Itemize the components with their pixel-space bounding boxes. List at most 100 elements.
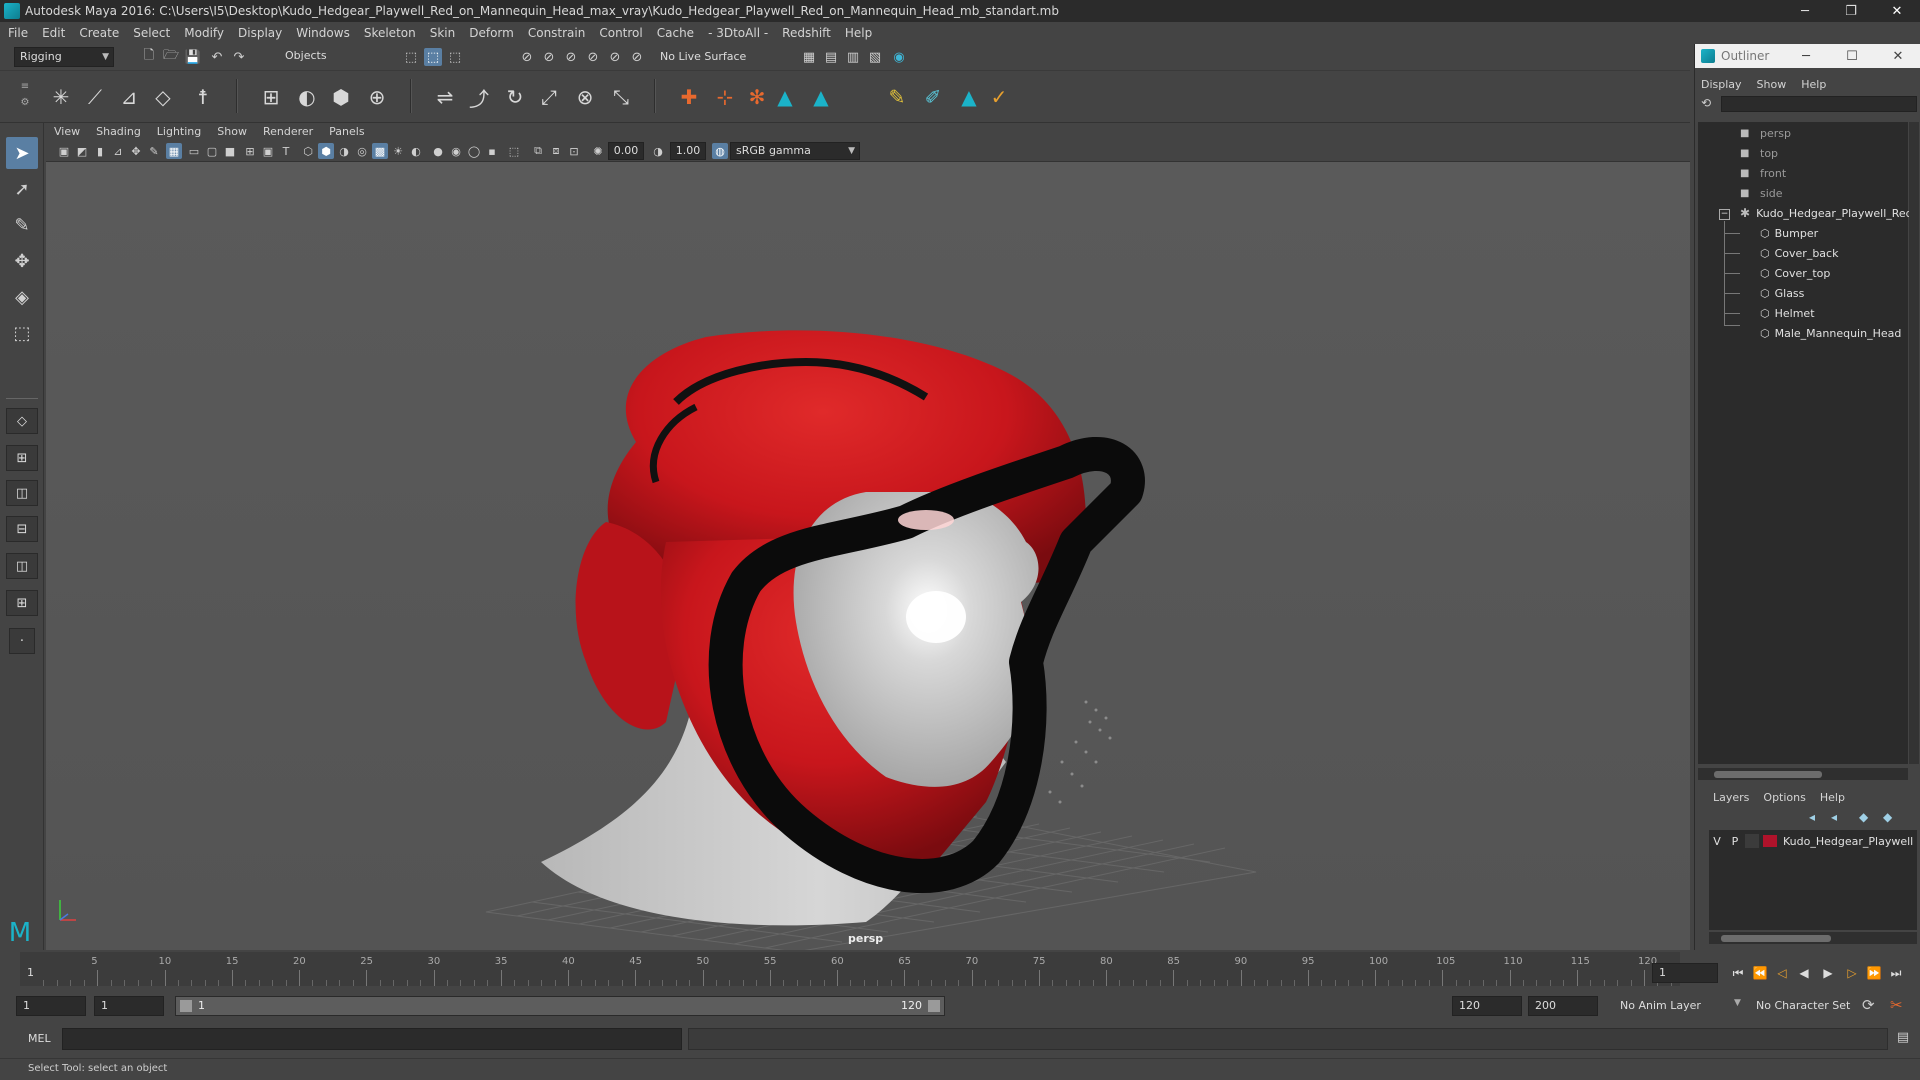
select-component-icon[interactable]: ⬚ bbox=[446, 48, 464, 66]
menu-create[interactable]: Create bbox=[79, 26, 119, 40]
select-object-icon[interactable]: ⬚ bbox=[424, 48, 442, 66]
menu-skeleton[interactable]: Skeleton bbox=[364, 26, 416, 40]
exposure-field[interactable]: 0.00 bbox=[608, 142, 644, 160]
custom-layout-icon[interactable]: · bbox=[9, 628, 35, 654]
snap-grid-icon[interactable]: ⊘ bbox=[518, 48, 536, 66]
depth-of-field-icon[interactable]: ▪ bbox=[484, 143, 500, 159]
color-management-icon[interactable]: ◍ bbox=[712, 143, 728, 159]
outliner-item-cover-top[interactable]: ⬡ Cover_top bbox=[1760, 264, 1830, 282]
menu-deform[interactable]: Deform bbox=[469, 26, 514, 40]
scale-constraint-icon[interactable]: ⤢ bbox=[534, 82, 564, 112]
humanik-icon[interactable]: ☨ bbox=[188, 82, 218, 112]
open-scene-icon[interactable]: 🗁 bbox=[162, 48, 180, 66]
selection-mode-dropdown[interactable]: Objects bbox=[280, 47, 380, 67]
outliner-item-top[interactable]: ■ top bbox=[1740, 144, 1778, 162]
outliner-menu-display[interactable]: Display bbox=[1701, 78, 1742, 91]
outliner-minimize-button[interactable]: ─ bbox=[1783, 44, 1829, 68]
sculpt-icon[interactable]: ✐ bbox=[918, 82, 948, 112]
side-by-side-layout-icon[interactable]: ◫ bbox=[6, 480, 38, 506]
menu-display[interactable]: Display bbox=[238, 26, 282, 40]
select-tool-icon[interactable]: ➤ bbox=[6, 137, 38, 169]
close-button[interactable]: ✕ bbox=[1874, 0, 1920, 22]
outliner-item-group[interactable]: ✱ Kudo_Hedgear_Playwell_Red bbox=[1740, 204, 1913, 222]
menuset-dropdown[interactable]: Rigging ▼ bbox=[14, 47, 114, 67]
outliner-close-button[interactable]: ✕ bbox=[1875, 44, 1920, 68]
image-plane-icon[interactable]: ⊿ bbox=[110, 143, 126, 159]
chevron-down-icon[interactable]: ▼ bbox=[1734, 998, 1741, 1008]
move-layer-down-icon[interactable]: ◂ bbox=[1831, 810, 1837, 824]
render-frame-icon[interactable]: ▤ bbox=[822, 48, 840, 66]
menu-file[interactable]: File bbox=[8, 26, 28, 40]
character-set-dropdown[interactable]: No Character Set bbox=[1750, 996, 1870, 1016]
step-forward-frame-icon[interactable]: ▷ bbox=[1842, 964, 1862, 982]
layer-menu-layers[interactable]: Layers bbox=[1713, 791, 1749, 804]
outliner-item-glass[interactable]: ⬡ Glass bbox=[1760, 284, 1804, 302]
select-hierarchy-icon[interactable]: ⬚ bbox=[402, 48, 420, 66]
wireframe-icon[interactable]: ⬡ bbox=[300, 143, 316, 159]
point-constraint-icon[interactable]: ⤴ bbox=[464, 82, 494, 112]
animation-start-field[interactable]: 1 bbox=[16, 996, 86, 1016]
undo-icon[interactable]: ↶ bbox=[208, 48, 226, 66]
new-layer-selected-icon[interactable]: ◆ bbox=[1883, 810, 1892, 824]
scrollbar-thumb[interactable] bbox=[1721, 935, 1831, 942]
menu-windows[interactable]: Windows bbox=[296, 26, 350, 40]
gamma-field[interactable]: 1.00 bbox=[670, 142, 706, 160]
panel-menu-shading[interactable]: Shading bbox=[96, 125, 141, 138]
panel-menu-renderer[interactable]: Renderer bbox=[263, 125, 313, 138]
layer-visibility-toggle[interactable]: V bbox=[1709, 835, 1725, 848]
xray-active-icon[interactable]: ⧈ bbox=[548, 143, 564, 159]
hypershade-icon[interactable]: ◉ bbox=[890, 48, 908, 66]
step-back-key-icon[interactable]: ⏪ bbox=[1750, 964, 1770, 982]
motion-blur-icon[interactable]: ◉ bbox=[448, 143, 464, 159]
collapse-icon[interactable]: − bbox=[1719, 209, 1730, 220]
film-gate-icon[interactable]: ▭ bbox=[186, 143, 202, 159]
auto-key-icon[interactable]: ⟳ bbox=[1862, 996, 1875, 1014]
save-scene-icon[interactable]: 💾 bbox=[184, 48, 202, 66]
move-tool-icon[interactable]: ✥ bbox=[6, 245, 38, 277]
anim-layer-dropdown[interactable]: No Anim Layer bbox=[1614, 996, 1736, 1016]
render-view-icon[interactable]: ▧ bbox=[866, 48, 884, 66]
bind-skin-icon[interactable]: ⊞ bbox=[256, 82, 286, 112]
locator-icon[interactable]: ✚ bbox=[674, 82, 704, 112]
cluster-icon[interactable]: ⊕ bbox=[362, 82, 392, 112]
key-joint-icon[interactable]: ⊹ bbox=[710, 82, 740, 112]
filter-icon[interactable]: ⟲ bbox=[1701, 96, 1717, 112]
play-forwards-icon[interactable]: ▶ bbox=[1818, 964, 1838, 982]
menu-modify[interactable]: Modify bbox=[184, 26, 224, 40]
outliner-menu-help[interactable]: Help bbox=[1801, 78, 1826, 91]
maya-tool-3-icon[interactable]: ▲ bbox=[954, 82, 984, 112]
minimize-button[interactable]: ─ bbox=[1782, 0, 1828, 22]
go-to-end-icon[interactable]: ⏭ bbox=[1886, 964, 1906, 982]
playback-start-field[interactable]: 1 bbox=[94, 996, 164, 1016]
shadows-icon[interactable]: ◐ bbox=[408, 143, 424, 159]
snap-view-icon[interactable]: ⊘ bbox=[584, 48, 602, 66]
exposure-icon[interactable]: ✺ bbox=[590, 143, 606, 159]
gamma-icon[interactable]: ◑ bbox=[650, 143, 666, 159]
outliner-layout-icon[interactable]: ⊞ bbox=[6, 590, 38, 616]
outliner-item-bumper[interactable]: ⬡ Bumper bbox=[1760, 224, 1818, 242]
move-layer-up-icon[interactable]: ◂ bbox=[1809, 810, 1815, 824]
maya-tool-icon[interactable]: ▲ bbox=[770, 82, 800, 112]
outliner-horizontal-scrollbar[interactable] bbox=[1698, 768, 1908, 780]
time-slider-track[interactable]: 5 10 15 20 25 30 35 40 45 50 55 60 65 70 75 80 85 90 95 100… bbox=[20, 952, 1680, 986]
menu-cache[interactable]: Cache bbox=[657, 26, 694, 40]
safe-action-icon[interactable]: ▣ bbox=[260, 143, 276, 159]
snap-curve-icon[interactable]: ⊘ bbox=[540, 48, 558, 66]
orient-constraint-icon[interactable]: ↻ bbox=[500, 82, 530, 112]
playback-end-field[interactable]: 120 bbox=[1452, 996, 1522, 1016]
current-frame-field[interactable]: 1 bbox=[1652, 963, 1718, 983]
range-bar[interactable]: 1 120 bbox=[175, 996, 945, 1016]
outliner-item-persp[interactable]: ■ persp bbox=[1740, 124, 1791, 142]
range-end-handle[interactable] bbox=[928, 1000, 940, 1012]
outliner-menu-show[interactable]: Show bbox=[1757, 78, 1787, 91]
maya-tool-2-icon[interactable]: ▲ bbox=[806, 82, 836, 112]
step-forward-key-icon[interactable]: ⏩ bbox=[1864, 964, 1884, 982]
command-input[interactable] bbox=[62, 1028, 682, 1050]
view-transform-dropdown[interactable]: sRGB gamma ▼ bbox=[730, 142, 860, 160]
menu-control[interactable]: Control bbox=[599, 26, 642, 40]
script-editor-icon[interactable]: ▤ bbox=[1894, 1030, 1912, 1048]
four-pane-layout-icon[interactable]: ⊞ bbox=[6, 445, 38, 471]
isolate-select-icon[interactable]: ⬚ bbox=[506, 143, 522, 159]
scale-tool-icon[interactable]: ⬚ bbox=[6, 317, 38, 349]
live-surface-label[interactable]: No Live Surface bbox=[660, 50, 746, 63]
